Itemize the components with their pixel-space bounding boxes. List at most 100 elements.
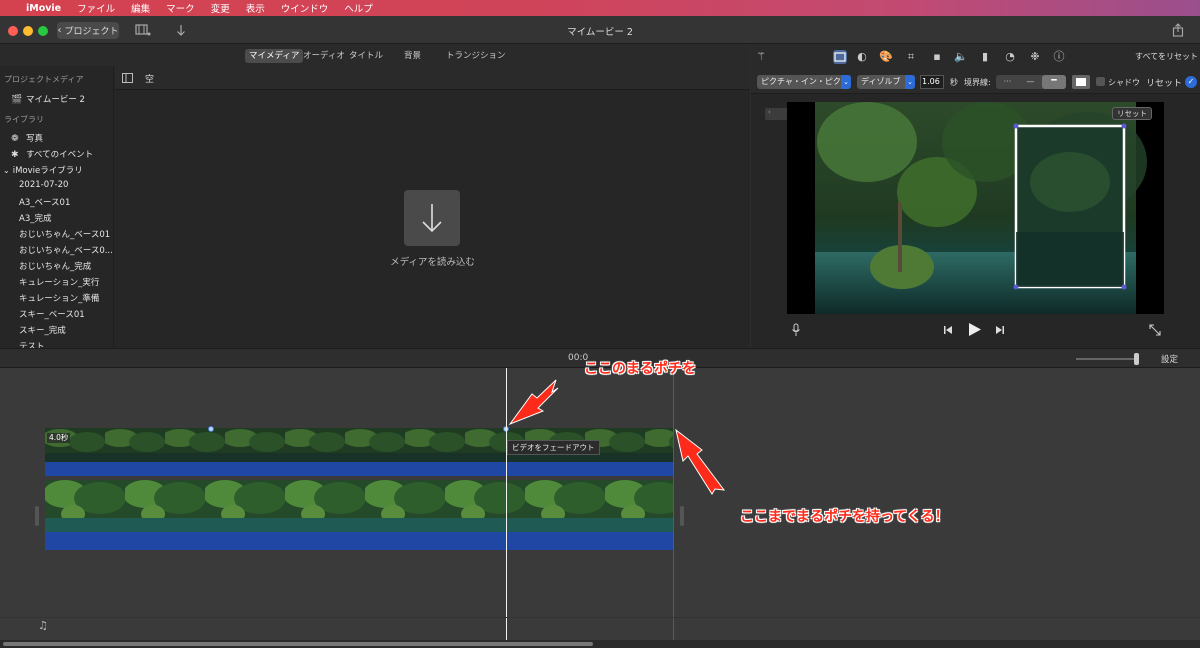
- zoom-window-button[interactable]: [38, 26, 48, 36]
- sidebar-event-item[interactable]: おじいちゃん_ベース01: [19, 228, 110, 240]
- duration-field[interactable]: 1.06: [920, 75, 944, 89]
- video-preview[interactable]: リセット: [787, 102, 1164, 314]
- sidebar-event-item[interactable]: スキー_ベース01: [19, 308, 85, 320]
- media-import-icon[interactable]: [135, 24, 153, 37]
- tab-backgrounds[interactable]: 背景: [400, 49, 425, 63]
- zoom-slider[interactable]: [1076, 353, 1139, 365]
- menu-file[interactable]: ファイル: [77, 1, 115, 15]
- menu-mark[interactable]: マーク: [166, 1, 195, 15]
- sidebar-item-photos[interactable]: ❁ 写真: [11, 132, 43, 144]
- sidebar-item-all-events[interactable]: ✱ すべてのイベント: [11, 148, 93, 160]
- border-none-option[interactable]: ···: [996, 75, 1019, 89]
- adjustments-toolbar: ⚚ ◐ 🎨 ⌗ ▪ 🔈 ▮ ◔ ❉ ⓘ すべてをリセット: [751, 44, 1200, 70]
- shadow-checkbox[interactable]: [1096, 77, 1105, 86]
- library-sidebar: プロジェクトメディア 🎬 マイムービー 2 ライブラリ ❁ 写真 ✱ すべてのイベント…: [0, 66, 114, 348]
- media-content-area: 空 メディアを読み込む: [115, 66, 750, 348]
- play-icon[interactable]: [968, 322, 982, 337]
- download-arrow-icon: [422, 204, 442, 233]
- previous-keyframe-icon[interactable]: ‹: [768, 108, 771, 116]
- library-header: ライブラリ: [4, 115, 44, 124]
- sidebar-event-item[interactable]: A3_完成: [19, 212, 51, 224]
- menu-edit[interactable]: 編集: [131, 1, 150, 15]
- menu-modify[interactable]: 変更: [211, 1, 230, 15]
- minimize-window-button[interactable]: [23, 26, 33, 36]
- sidebar-event-item[interactable]: 2021-07-20: [19, 180, 68, 190]
- content-filter-label[interactable]: 空: [145, 72, 154, 85]
- skip-back-icon[interactable]: [943, 325, 953, 335]
- sidebar-toggle-icon[interactable]: [122, 73, 133, 83]
- border-thick-option[interactable]: ━: [1042, 75, 1066, 89]
- overlay-style-dropdown[interactable]: ピクチャ・イン・ピク... ⌄: [757, 75, 851, 89]
- clip-filter-icon[interactable]: ❉: [1028, 50, 1042, 64]
- noise-reduction-icon[interactable]: ▮: [978, 50, 992, 64]
- info-icon[interactable]: ⓘ: [1052, 50, 1066, 64]
- annotation-top-note: ここのまるポチを: [584, 361, 696, 377]
- microphone-icon[interactable]: [791, 323, 801, 337]
- tab-audio[interactable]: オーディオ: [299, 49, 349, 63]
- sidebar-event-item[interactable]: キュレーション_準備: [19, 292, 99, 304]
- border-thin-option[interactable]: —: [1019, 75, 1042, 89]
- transition-dropdown[interactable]: ディゾルブ ⌄: [857, 75, 915, 89]
- timeline: 4.0秒 ビデオをフェードアウト ♫: [0, 368, 1200, 640]
- border-label: 境界線:: [964, 78, 991, 87]
- sidebar-item-project[interactable]: 🎬 マイムービー 2: [11, 93, 85, 105]
- clapperboard-icon: 🎬: [11, 95, 23, 105]
- menu-help[interactable]: ヘルプ: [344, 1, 373, 15]
- chevron-left-icon: ‹: [57, 25, 62, 36]
- apply-checkmark-icon[interactable]: ✓: [1185, 76, 1197, 88]
- sidebar-event-item[interactable]: おじいちゃん_ベース0...: [19, 244, 113, 256]
- forest-lake-preview-image: [787, 102, 1164, 314]
- chevron-down-icon[interactable]: ⌄: [3, 166, 10, 175]
- reset-button[interactable]: リセット: [1146, 76, 1182, 89]
- menu-view[interactable]: 表示: [246, 1, 265, 15]
- color-correction-icon[interactable]: 🎨: [879, 50, 893, 64]
- sidebar-event-item[interactable]: A3_ベース01: [19, 196, 70, 208]
- timeline-horizontal-scrollbar[interactable]: [0, 640, 1200, 648]
- shadow-label: シャドウ: [1108, 78, 1140, 87]
- sidebar-event-item[interactable]: テスト: [19, 340, 45, 348]
- sidebar-item-label: 写真: [26, 134, 44, 144]
- timeline-settings-button[interactable]: 設定: [1161, 353, 1178, 365]
- close-window-button[interactable]: [8, 26, 18, 36]
- back-to-projects-button[interactable]: ‹ プロジェクト: [57, 22, 119, 39]
- transition-value: ディゾルブ: [861, 77, 901, 86]
- border-color-swatch[interactable]: [1072, 75, 1090, 89]
- sidebar-event-item[interactable]: スキー_完成: [19, 324, 66, 336]
- color-balance-icon[interactable]: ◐: [855, 50, 869, 64]
- sidebar-event-item[interactable]: おじいちゃん_完成: [19, 260, 91, 272]
- annotation-arrows: [508, 379, 726, 495]
- back-to-projects-label: プロジェクト: [64, 27, 119, 37]
- browser-tab-bar: マイメディア オーディオ タイトル 背景 トランジション: [0, 44, 750, 66]
- overlay-style-value: ピクチャ・イン・ピク...: [761, 77, 849, 86]
- window-toolbar: ‹ プロジェクト マイムービー 2: [0, 16, 1200, 44]
- annotation-right-note: ここまでまるポチを持ってくる！: [740, 509, 949, 525]
- volume-icon[interactable]: 🔈: [954, 50, 968, 64]
- share-icon[interactable]: [1172, 23, 1184, 37]
- tab-titles[interactable]: タイトル: [345, 49, 387, 63]
- scrollbar-thumb[interactable]: [3, 642, 593, 646]
- menu-window[interactable]: ウインドウ: [281, 1, 329, 15]
- project-media-header: プロジェクトメディア: [4, 75, 84, 84]
- skip-forward-icon[interactable]: [995, 325, 1005, 335]
- overlay-reset-button[interactable]: リセット: [1112, 107, 1152, 120]
- zoom-slider-thumb[interactable]: [1134, 353, 1139, 365]
- crop-icon[interactable]: ⌗: [904, 50, 918, 64]
- chevron-down-icon: ⌄: [905, 75, 915, 89]
- sidebar-item-imovie-library[interactable]: ⌄ iMovieライブラリ: [3, 164, 83, 176]
- chevron-down-icon: ⌄: [841, 75, 851, 89]
- duration-unit-label: 秒: [950, 78, 958, 87]
- stabilization-icon[interactable]: ▪: [930, 50, 944, 64]
- playback-controls: [751, 320, 1200, 344]
- menu-bar: iMovie ファイル 編集 マーク 変更 表示 ウインドウ ヘルプ: [0, 0, 1200, 16]
- sidebar-event-item[interactable]: キュレーション_実行: [19, 276, 99, 288]
- tab-transitions[interactable]: トランジション: [442, 49, 510, 63]
- menu-app-name[interactable]: iMovie: [26, 3, 61, 14]
- download-arrow-icon[interactable]: [176, 24, 186, 37]
- import-media-button[interactable]: [404, 190, 460, 246]
- speed-icon[interactable]: ◔: [1003, 50, 1017, 64]
- video-overlay-settings-icon[interactable]: [833, 50, 847, 64]
- reset-all-button[interactable]: すべてをリセット: [1135, 51, 1198, 62]
- tab-my-media[interactable]: マイメディア: [245, 49, 304, 63]
- magic-wand-icon[interactable]: ⚚: [754, 50, 768, 64]
- fullscreen-icon[interactable]: [1149, 324, 1161, 336]
